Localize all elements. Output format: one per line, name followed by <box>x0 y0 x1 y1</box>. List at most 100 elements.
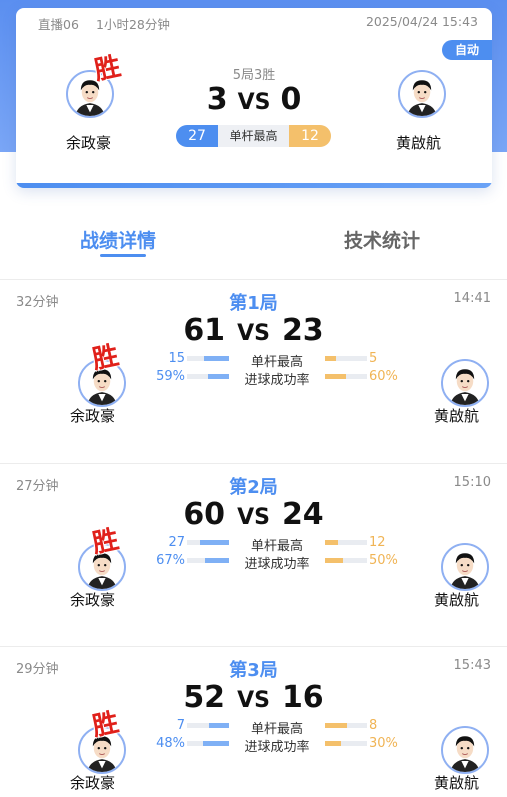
active-tab-indicator <box>100 254 146 257</box>
compare-right-value: 12 <box>289 125 331 147</box>
right-rate-fill <box>325 741 341 746</box>
right-break-value: 8 <box>369 718 378 733</box>
game-card[interactable]: 27分钟 第2局 15:10 60 VS 24 胜 余政豪 27 单杆最高 12 6… <box>0 465 507 647</box>
highest-break-label: 单杆最高 <box>250 539 303 554</box>
game-card[interactable]: 29分钟 第3局 15:43 52 VS 16 胜 余政豪 7 单杆最高 8 48%… <box>0 648 507 797</box>
right-break-fill <box>325 356 336 361</box>
right-player-name: 黄啟航 <box>396 134 442 152</box>
pot-rate-label: 进球成功率 <box>244 373 310 388</box>
right-break-bar <box>325 356 367 361</box>
right-rate-fill <box>325 374 346 379</box>
left-rate-bar <box>187 558 229 563</box>
game-time: 15:43 <box>453 658 491 673</box>
left-break-value: 7 <box>176 718 185 733</box>
right-player-name: 黄啟航 <box>434 407 480 425</box>
left-player-name: 余政豪 <box>70 591 116 609</box>
right-player-avatar[interactable] <box>441 726 489 774</box>
player-avatar-icon <box>443 728 487 772</box>
right-player-name: 黄啟航 <box>434 774 480 792</box>
game-right-score: 16 <box>281 680 324 715</box>
left-break-value: 27 <box>168 535 185 550</box>
right-rate-bar <box>325 741 367 746</box>
right-break-value: 12 <box>369 535 386 550</box>
left-rate-bar <box>187 741 229 746</box>
left-break-bar <box>187 540 229 545</box>
game-right-score: 23 <box>281 313 324 348</box>
room-label: 直播06 <box>38 17 79 32</box>
highest-break-compare: 27 单杆最高 12 <box>176 125 331 147</box>
highest-break-row: 27 单杆最高 12 <box>0 535 507 554</box>
game-left-score: 60 <box>183 497 226 532</box>
left-player-name: 余政豪 <box>66 134 112 152</box>
left-rate-fill <box>205 558 229 563</box>
left-rate-fill <box>208 374 229 379</box>
left-rate-value: 67% <box>156 553 185 568</box>
right-player-name: 黄啟航 <box>434 591 480 609</box>
left-break-bar <box>187 356 229 361</box>
game-title: 第2局 <box>229 477 278 498</box>
left-player-name: 余政豪 <box>70 774 116 792</box>
right-rate-value: 50% <box>369 553 398 568</box>
game-left-score: 61 <box>183 313 226 348</box>
highest-break-label: 单杆最高 <box>250 722 303 737</box>
right-player-avatar[interactable] <box>441 543 489 591</box>
right-break-bar <box>325 540 367 545</box>
left-break-fill <box>203 356 229 361</box>
right-break-value: 5 <box>369 351 378 366</box>
vs-label: VS <box>237 321 270 346</box>
left-break-value: 15 <box>168 351 185 366</box>
tab-record-details[interactable]: 战绩详情 <box>80 226 156 253</box>
match-summary-card: 直播06 1小时28分钟 2025/04/24 15:43 自动 胜 余政豪 5… <box>16 8 492 188</box>
auto-badge[interactable]: 自动 <box>442 40 492 60</box>
right-rate-bar <box>325 374 367 379</box>
highest-break-row: 7 单杆最高 8 <box>0 718 507 737</box>
game-title: 第3局 <box>229 660 278 681</box>
game-right-score: 24 <box>281 497 324 532</box>
match-duration: 1小时28分钟 <box>96 17 170 32</box>
compare-label: 单杆最高 <box>229 129 278 143</box>
game-time: 15:10 <box>453 475 491 490</box>
left-total-score: 3 <box>206 82 228 117</box>
right-rate-value: 30% <box>369 736 398 751</box>
right-player-avatar[interactable] <box>398 70 446 118</box>
left-rate-value: 59% <box>156 369 185 384</box>
left-player-name: 余政豪 <box>70 407 116 425</box>
divider <box>0 279 507 280</box>
match-datetime: 2025/04/24 15:43 <box>365 14 478 29</box>
player-avatar-icon <box>443 545 487 589</box>
right-player-avatar[interactable] <box>441 359 489 407</box>
game-time: 14:41 <box>453 291 491 306</box>
right-rate-bar <box>325 558 367 563</box>
game-card[interactable]: 32分钟 第1局 14:41 61 VS 23 胜 余政豪 15 单杆最高 5 59… <box>0 281 507 463</box>
player-avatar-icon <box>400 72 444 116</box>
right-break-fill <box>325 540 338 545</box>
right-total-score: 0 <box>280 82 302 117</box>
right-rate-fill <box>325 558 344 563</box>
highest-break-label: 单杆最高 <box>250 355 303 370</box>
tab-tech-stats[interactable]: 技术统计 <box>344 226 420 253</box>
vs-label: VS <box>237 505 270 530</box>
left-rate-fill <box>202 741 229 746</box>
left-break-bar <box>187 723 229 728</box>
left-break-fill <box>199 540 229 545</box>
game-score: 60 VS 24 <box>0 497 507 532</box>
pot-rate-label: 进球成功率 <box>244 740 310 755</box>
compare-left-value: 27 <box>176 125 218 147</box>
game-score: 61 VS 23 <box>0 313 507 348</box>
divider <box>0 646 507 647</box>
right-rate-value: 60% <box>369 369 398 384</box>
left-rate-bar <box>187 374 229 379</box>
pot-rate-label: 进球成功率 <box>244 557 310 572</box>
vs-label: VS <box>237 688 270 713</box>
pot-rate-row: 67% 进球成功率 50% <box>0 553 507 572</box>
highest-break-row: 15 单杆最高 5 <box>0 351 507 370</box>
game-score: 52 VS 16 <box>0 680 507 715</box>
right-break-bar <box>325 723 367 728</box>
pot-rate-row: 48% 进球成功率 30% <box>0 736 507 755</box>
vs-label: VS <box>237 90 271 115</box>
right-break-fill <box>325 723 348 728</box>
left-break-fill <box>209 723 229 728</box>
left-rate-value: 48% <box>156 736 185 751</box>
game-title: 第1局 <box>229 293 278 314</box>
game-left-score: 52 <box>183 680 226 715</box>
